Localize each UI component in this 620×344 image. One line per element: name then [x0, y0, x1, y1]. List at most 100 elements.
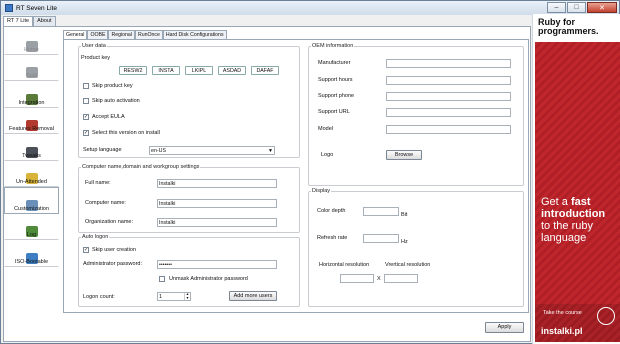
- ad-headline-line2: programmers.: [538, 27, 618, 36]
- spin-arrows-icon[interactable]: ▲▼: [184, 293, 190, 300]
- group-label: Display: [311, 188, 331, 194]
- skip-user-creation-checkbox[interactable]: ✓: [83, 247, 89, 253]
- skip-product-key-checkbox[interactable]: [83, 83, 89, 89]
- sidebar-item-integration[interactable]: Integration: [4, 81, 59, 108]
- auto-logon-group: Auto logon ✓ Skip user creation Administ…: [78, 237, 300, 307]
- group-label: User data: [81, 43, 107, 49]
- tab-rt7lite[interactable]: RT 7 Lite: [3, 16, 33, 26]
- ad-cta-link[interactable]: Take the course: [543, 310, 582, 316]
- sidebar-item-label: ISO-Bootable: [15, 259, 48, 265]
- accept-eula-label: Accept EULA: [92, 114, 125, 120]
- setup-language-label: Setup language: [83, 147, 122, 153]
- sidebar-item-label: Home: [24, 47, 39, 53]
- group-label: Computer name,domain and workgroup setti…: [81, 164, 200, 170]
- support-phone-label: Support phone: [318, 93, 354, 99]
- maximize-button[interactable]: □: [567, 2, 586, 13]
- tab-oobe[interactable]: OOBE: [87, 30, 108, 39]
- accept-eula-checkbox[interactable]: ✓: [83, 114, 89, 120]
- sidebar-item-iso-bootable[interactable]: ISO-Bootable: [4, 240, 59, 267]
- logon-count-value: 1: [159, 294, 162, 300]
- model-input[interactable]: [386, 125, 511, 134]
- ad-body-bold: introduction: [541, 208, 605, 220]
- color-depth-input[interactable]: [363, 207, 399, 216]
- computer-name-group: Computer name,domain and workgroup setti…: [78, 167, 300, 233]
- computer-name-input[interactable]: Instalki: [157, 199, 277, 208]
- manufacturer-label: Manufacturer: [318, 60, 350, 66]
- main-window: RT Seven Lite – □ ✕ RT 7 Lite About Home…: [0, 0, 620, 344]
- skip-auto-activation-checkbox[interactable]: [83, 98, 89, 104]
- logon-count-stepper[interactable]: 1 ▲▼: [157, 292, 191, 301]
- support-phone-input[interactable]: [386, 92, 511, 101]
- vertical-resolution-input[interactable]: [384, 274, 418, 283]
- skip-product-key-label: Skip product key: [92, 83, 133, 89]
- tab-hard-disk[interactable]: Hard Disk Configurations: [163, 30, 227, 39]
- support-url-input[interactable]: [386, 108, 511, 117]
- close-button[interactable]: ✕: [587, 2, 617, 13]
- sidebar-item-tweaks[interactable]: Tweaks: [4, 134, 59, 161]
- app-icon: [5, 4, 13, 12]
- color-depth-label: Color depth: [317, 208, 345, 214]
- support-hours-label: Support hours: [318, 77, 353, 83]
- ad-body-text: to the ruby: [541, 220, 593, 232]
- sidebar-item-label: Un-Attended: [16, 179, 47, 185]
- horizontal-resolution-label: Horizontal resolution: [319, 262, 369, 268]
- general-panel: User data Product key RESW2 INSTA LKIPL …: [63, 39, 529, 313]
- group-label: Auto logon: [81, 234, 109, 240]
- sidebar-item-log[interactable]: Log: [4, 214, 59, 241]
- ad-banner[interactable]: Ruby for programmers. Get a fast introdu…: [532, 14, 620, 344]
- sidebar-item-label: Log: [27, 232, 36, 238]
- product-key-field-1[interactable]: RESW2: [119, 66, 147, 75]
- org-name-input[interactable]: Instalki: [157, 218, 277, 227]
- support-url-label: Support URL: [318, 109, 350, 115]
- manufacturer-input[interactable]: [386, 59, 511, 68]
- tab-general[interactable]: General: [63, 30, 87, 39]
- product-key-field-4[interactable]: ASDAD: [218, 66, 246, 75]
- tab-runonce[interactable]: RunOnce: [135, 30, 163, 39]
- tab-about[interactable]: About: [33, 16, 55, 26]
- skip-user-creation-label: Skip user creation: [92, 247, 136, 253]
- setup-language-select[interactable]: en-US ▼: [149, 146, 275, 155]
- select-version-checkbox[interactable]: ✓: [83, 130, 89, 136]
- model-label: Model: [318, 126, 333, 132]
- unmask-password-label: Unmask Administrator password: [169, 276, 248, 282]
- bit-unit: Bit: [401, 212, 407, 218]
- tab-regional[interactable]: Regional: [108, 30, 134, 39]
- product-key-field-3[interactable]: LKIPL: [185, 66, 213, 75]
- sub-tabs: General OOBE Regional RunOnce Hard Disk …: [63, 30, 227, 39]
- sidebar-item-unattended[interactable]: Un-Attended: [4, 161, 59, 188]
- product-key-field-2[interactable]: INSTA: [152, 66, 180, 75]
- admin-password-label: Administrator password:: [83, 261, 142, 267]
- ad-body: Get a fast introduction to the ruby lang…: [541, 196, 619, 244]
- sidebar-item-label: Task: [26, 73, 37, 79]
- setup-language-value: en-US: [151, 148, 166, 154]
- display-group: Display Color depth Bit Refresh rate Hz …: [308, 191, 524, 307]
- chevron-down-icon: ▼: [268, 147, 273, 155]
- sidebar-item-label: Tweaks: [22, 153, 41, 159]
- support-hours-input[interactable]: [386, 76, 511, 85]
- full-name-input[interactable]: Instalki: [157, 179, 277, 188]
- sidebar-item-customization[interactable]: Customization: [4, 187, 59, 214]
- unmask-password-checkbox[interactable]: [159, 276, 165, 282]
- vertical-resolution-label: Vrertical resolution: [385, 262, 430, 268]
- product-key-field-5[interactable]: DAFAF: [251, 66, 279, 75]
- sidebar-item-features-removal[interactable]: Features Removal: [4, 108, 59, 135]
- hz-unit: Hz: [401, 239, 408, 245]
- refresh-rate-input[interactable]: [363, 234, 399, 243]
- full-name-label: Full name:: [85, 180, 111, 186]
- sidebar-item-home[interactable]: Home: [4, 28, 59, 55]
- top-tabs: RT 7 Lite About: [3, 16, 56, 26]
- window-controls: – □ ✕: [547, 2, 617, 13]
- admin-password-input[interactable]: •••••••: [157, 260, 277, 269]
- minimize-button[interactable]: –: [547, 2, 566, 13]
- title-bar[interactable]: RT Seven Lite – □ ✕: [1, 1, 619, 15]
- add-more-users-button[interactable]: Add more users: [229, 291, 277, 301]
- apply-button[interactable]: Apply: [485, 322, 524, 333]
- sidebar-item-task[interactable]: Task: [4, 55, 59, 82]
- select-version-label: Select this version on install: [92, 130, 160, 136]
- browse-button[interactable]: Browse: [386, 150, 422, 160]
- sidebar: Home Task Integration Features Removal T…: [4, 28, 59, 270]
- horizontal-resolution-input[interactable]: [340, 274, 374, 283]
- resolution-x-label: X: [377, 276, 381, 282]
- ad-body-text: Get a: [541, 196, 571, 208]
- product-key-label: Product key: [81, 55, 110, 61]
